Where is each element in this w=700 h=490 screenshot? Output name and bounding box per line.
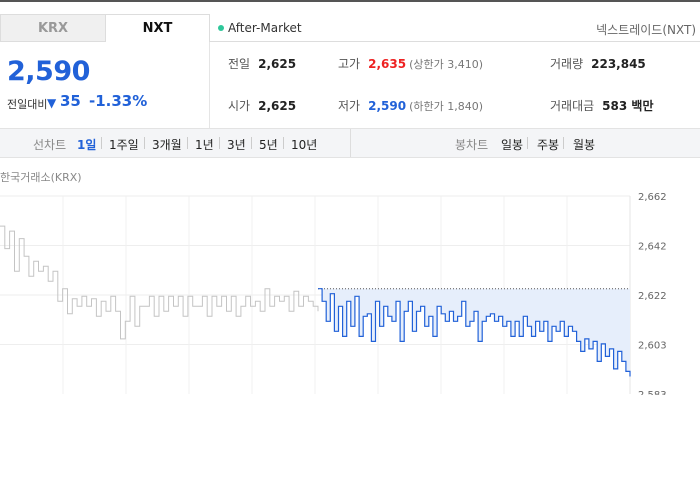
period-3m[interactable]: 3개월 bbox=[152, 136, 182, 153]
price-chart: 2,662 2,642 2,622 2,603 2,583 bbox=[0, 192, 667, 395]
stat-open: 시가 2,625 bbox=[228, 97, 296, 114]
period-3y[interactable]: 3년 bbox=[227, 136, 246, 153]
period-divider bbox=[283, 137, 284, 149]
y-tick-label: 2,622 bbox=[638, 291, 667, 302]
period-divider bbox=[101, 137, 102, 149]
session-status-dot-icon bbox=[218, 25, 224, 31]
down-arrow-icon: ▼ bbox=[47, 96, 57, 110]
period-1d[interactable]: 1일 bbox=[77, 136, 96, 153]
period-divider bbox=[219, 137, 220, 149]
stat-open-value: 2,625 bbox=[258, 99, 297, 113]
tab-krx[interactable]: KRX bbox=[0, 14, 105, 42]
period-5y[interactable]: 5년 bbox=[259, 136, 278, 153]
stat-amount: 거래대금 583 백만 bbox=[550, 97, 653, 114]
stat-prev: 전일 2,625 bbox=[228, 55, 296, 72]
period-divider bbox=[563, 137, 564, 149]
divider bbox=[209, 42, 210, 128]
change-value: 35 bbox=[60, 92, 81, 110]
candle-weekly[interactable]: 주봉 bbox=[537, 136, 559, 153]
current-price: 2,590 bbox=[7, 56, 90, 87]
candle-chart-label: 봉차트 bbox=[455, 138, 489, 152]
change-label: 전일대비 bbox=[7, 98, 48, 111]
line-chart-label: 선차트 bbox=[33, 138, 67, 152]
session-status: After-Market bbox=[218, 21, 302, 35]
period-bar-divider bbox=[350, 129, 351, 157]
period-1y[interactable]: 1년 bbox=[195, 136, 214, 153]
change-percent: -1.33% bbox=[89, 92, 148, 110]
stat-amount-label: 거래대금 bbox=[550, 99, 595, 113]
stat-volume: 거래량 223,845 bbox=[550, 55, 646, 72]
stat-high-value: 2,635 bbox=[368, 57, 407, 71]
y-tick-label: 2,662 bbox=[638, 192, 667, 203]
stat-open-label: 시가 bbox=[228, 99, 251, 113]
period-divider bbox=[187, 137, 188, 149]
period-divider bbox=[527, 137, 528, 149]
period-bar: 선차트 1일 1주일 3개월 1년 3년 5년 10년 봉차트 일봉 주봉 월봉 bbox=[0, 128, 700, 158]
nxt-area-fill bbox=[318, 288, 630, 377]
stat-prev-value: 2,625 bbox=[258, 57, 297, 71]
stat-high-note: (상한가 3,410) bbox=[409, 58, 483, 71]
stat-high-label: 고가 bbox=[338, 57, 361, 71]
period-divider bbox=[251, 137, 252, 149]
stat-low: 저가 2,590 (하한가 1,840) bbox=[338, 97, 483, 114]
tab-underline bbox=[210, 41, 700, 42]
stat-amount-value: 583 백만 bbox=[602, 99, 654, 113]
candle-daily[interactable]: 일봉 bbox=[501, 136, 523, 153]
y-tick-label: 2,642 bbox=[638, 242, 667, 253]
tab-nxt[interactable]: NXT bbox=[105, 14, 210, 42]
stat-volume-value: 223,845 bbox=[591, 57, 646, 71]
stat-prev-label: 전일 bbox=[228, 57, 251, 71]
exchange-name: 넥스트레이드(NXT) bbox=[596, 23, 696, 37]
y-tick-label: 2,603 bbox=[638, 341, 667, 352]
period-10y[interactable]: 10년 bbox=[291, 136, 317, 153]
candle-monthly[interactable]: 월봉 bbox=[573, 136, 595, 153]
session-label: After-Market bbox=[228, 21, 302, 35]
y-tick-label: 2,583 bbox=[638, 390, 667, 395]
top-border bbox=[0, 0, 700, 2]
period-1w[interactable]: 1주일 bbox=[109, 136, 139, 153]
stat-high: 고가 2,635 (상한가 3,410) bbox=[338, 55, 483, 72]
market-tabs: KRX NXT bbox=[0, 14, 210, 42]
stat-volume-label: 거래량 bbox=[550, 57, 584, 71]
stat-low-value: 2,590 bbox=[368, 99, 407, 113]
stat-low-label: 저가 bbox=[338, 99, 361, 113]
series-line-krx bbox=[0, 225, 319, 340]
stat-low-note: (하한가 1,840) bbox=[409, 100, 483, 113]
period-divider bbox=[144, 137, 145, 149]
